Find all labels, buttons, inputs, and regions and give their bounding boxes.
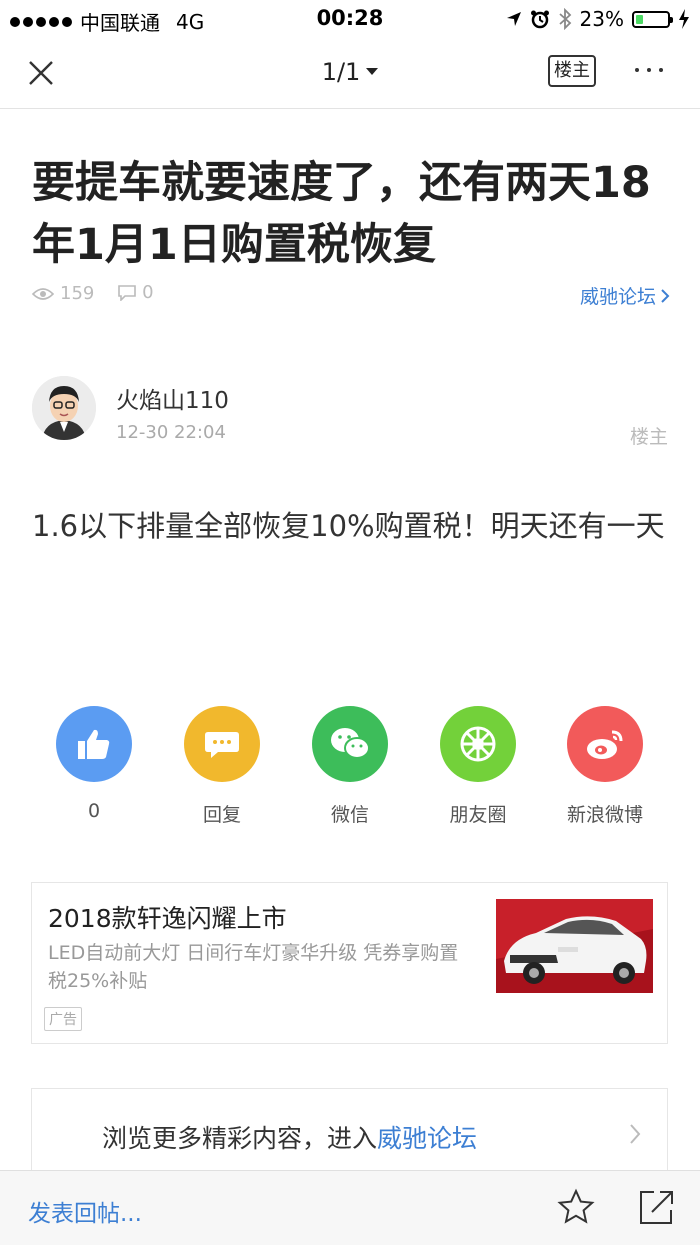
like-button[interactable]: 0 (34, 706, 154, 822)
nav-bar: 1/1 楼主 (0, 38, 700, 109)
alarm-icon (530, 10, 549, 29)
thumbs-up-icon (78, 729, 110, 759)
avatar[interactable] (32, 376, 96, 440)
star-icon[interactable] (557, 1188, 595, 1226)
weibo-share-button[interactable]: 新浪微博 (545, 706, 665, 827)
owner-tag: 楼主 (629, 426, 668, 448)
charging-icon (679, 9, 689, 29)
bottom-toolbar: 发表回帖... (0, 1170, 700, 1245)
ad-title: 2018款轩逸闪耀上市 (48, 904, 287, 933)
author-name[interactable]: 火焰山110 (116, 381, 229, 415)
owner-only-button[interactable]: 楼主 (548, 55, 596, 87)
more-options-icon[interactable] (635, 68, 663, 72)
moments-share-button[interactable]: 朋友圈 (418, 706, 538, 827)
ad-description: LED自动前大灯 日间行车灯豪华升级 凭券享购置税25%补贴 (48, 942, 459, 992)
comments-count: 0 (142, 282, 154, 303)
chevron-right-icon (661, 288, 670, 303)
status-bar: 中国联通 4G 00:28 23% (0, 0, 700, 38)
battery-fill (636, 14, 643, 24)
weibo-label: 新浪微博 (566, 804, 643, 826)
post-time: 12-30 22:04 (116, 422, 226, 443)
caret-down-icon (366, 67, 379, 75)
views-count: 159 (60, 283, 95, 304)
battery-percent: 23% (579, 7, 624, 31)
reply-button[interactable]: 回复 (162, 706, 282, 827)
wechat-icon (331, 728, 370, 759)
forum-link[interactable]: 威驰论坛 (580, 282, 670, 309)
share-icon[interactable] (638, 1188, 674, 1226)
car-image-icon (496, 899, 653, 993)
more-content-text: 浏览更多精彩内容，进入威驰论坛 (102, 1119, 477, 1155)
like-count: 0 (87, 800, 101, 822)
chat-bubble-icon (205, 732, 239, 758)
ad-card[interactable]: 2018款轩逸闪耀上市 LED自动前大灯 日间行车灯豪华升级 凭券享购置税25%… (31, 882, 668, 1044)
more-content-prefix: 浏览更多精彩内容，进入 (102, 1124, 378, 1153)
ad-car-image (496, 899, 653, 993)
post-meta: 159 0 威驰论坛 (32, 282, 670, 308)
reply-input[interactable]: 发表回帖... (28, 1194, 142, 1228)
bluetooth-icon (558, 8, 571, 30)
page-indicator: 1/1 (321, 58, 361, 86)
wechat-circle (312, 706, 388, 782)
moments-icon (460, 726, 496, 762)
location-arrow-icon (506, 12, 521, 26)
comment-icon (118, 284, 136, 301)
more-content-forum-link[interactable]: 威驰论坛 (377, 1124, 477, 1153)
views-stat: 159 (32, 283, 94, 304)
ad-tag: 广告 (44, 1007, 82, 1031)
battery-icon (632, 10, 673, 28)
weibo-circle (567, 706, 643, 782)
status-right: 23% (506, 7, 690, 31)
forum-name: 威驰论坛 (579, 286, 656, 308)
post-content: 1.6以下排量全部恢复10%购置税！明天还有一天 (32, 509, 665, 543)
weibo-icon (587, 730, 623, 759)
more-content-bar[interactable]: 浏览更多精彩内容，进入威驰论坛 (31, 1088, 668, 1178)
chevron-right-icon (630, 1124, 641, 1144)
post-title: 要提车就要速度了，还有两天18年1月1日购置税恢复 (32, 158, 651, 270)
avatar-face-icon (32, 376, 96, 440)
like-circle (56, 706, 132, 782)
comments-stat: 0 (118, 282, 154, 303)
wechat-label: 微信 (330, 804, 369, 826)
wechat-share-button[interactable]: 微信 (290, 706, 410, 827)
reply-label: 回复 (202, 804, 241, 826)
moments-label: 朋友圈 (449, 804, 507, 826)
eye-icon (32, 287, 54, 300)
moments-circle (440, 706, 516, 782)
reply-circle (184, 706, 260, 782)
